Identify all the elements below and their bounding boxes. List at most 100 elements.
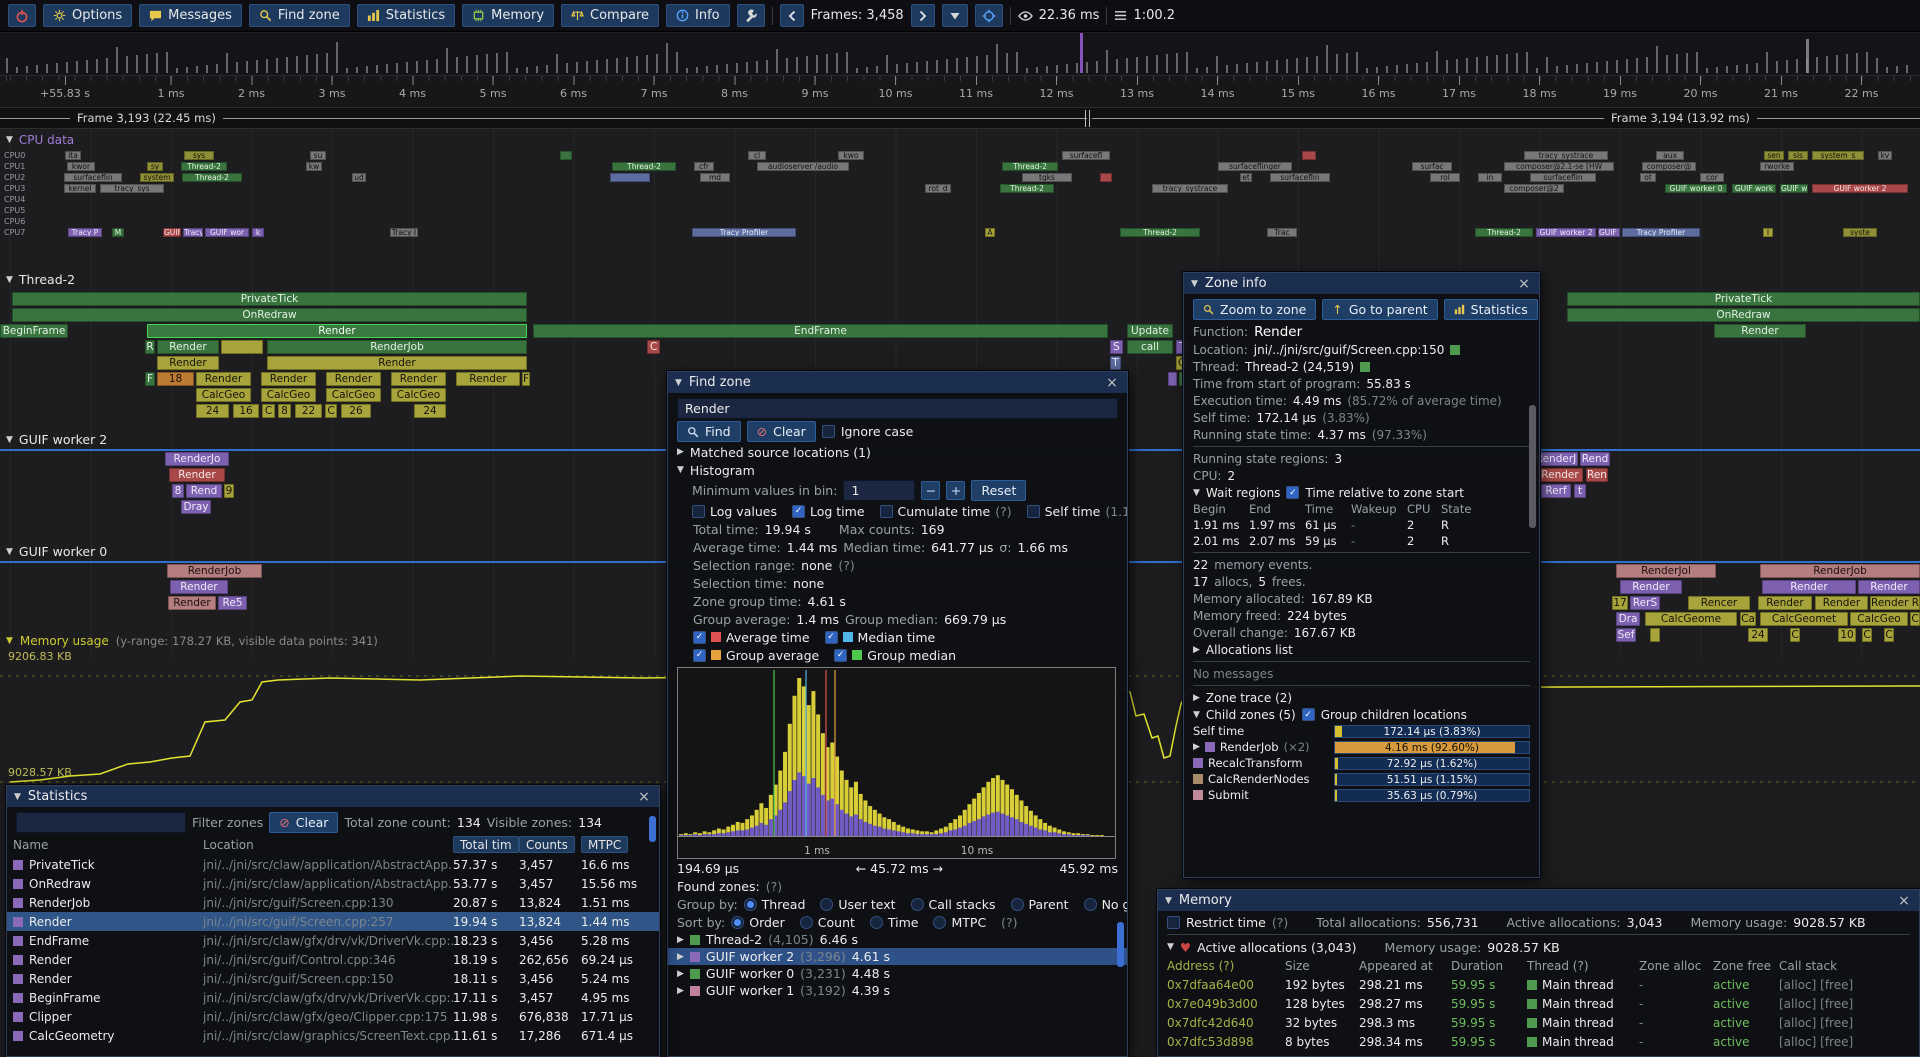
cpu-zone[interactable]: in	[1478, 173, 1502, 182]
collapse-arrow-icon[interactable]: ▼	[1193, 488, 1200, 498]
frame-bar[interactable]	[1006, 53, 1008, 73]
cpu-zone[interactable]: Thread-2	[1002, 162, 1058, 171]
frame-bar[interactable]	[1356, 52, 1358, 73]
frame-bar[interactable]	[956, 58, 958, 73]
frame-bar[interactable]	[16, 67, 18, 73]
cpu-zone[interactable]: kv	[1878, 151, 1892, 160]
frame-bar[interactable]	[1486, 56, 1488, 73]
found-zone-group[interactable]: ▶GUIF worker 0(3,231)4.48 s	[668, 965, 1127, 982]
timeline-zone[interactable]: C	[1884, 628, 1894, 642]
frame-bar[interactable]	[206, 65, 208, 73]
frame-bar[interactable]	[816, 55, 818, 73]
cpu-zone[interactable]: GUIF worker 2	[1812, 184, 1908, 193]
timeline-zone[interactable]: Render	[267, 356, 527, 370]
frame-bar[interactable]	[1176, 53, 1178, 73]
frame-bar[interactable]	[606, 59, 608, 73]
timeline-zone[interactable]: RerS	[1630, 596, 1660, 610]
expand-arrow-icon[interactable]: ▶	[1193, 742, 1200, 752]
frame-bar[interactable]	[1696, 52, 1698, 73]
frame-bar[interactable]	[1246, 63, 1248, 73]
cpu-zone[interactable]: system_s	[1812, 151, 1864, 160]
timeline-zone[interactable]: Render R	[1870, 596, 1920, 610]
collapse-arrow-icon[interactable]: ▼	[6, 547, 13, 557]
frame-bar[interactable]	[1686, 53, 1688, 73]
frame-overview-strip[interactable]	[0, 33, 1920, 76]
frame-bar[interactable]	[1166, 54, 1168, 73]
frame-bar[interactable]	[1236, 64, 1238, 73]
scrollbar-thumb[interactable]	[649, 816, 656, 842]
cpu-zone[interactable]: composer@2.1-se [HW	[1504, 162, 1614, 171]
frames-row[interactable]: Frame 3,193 (22.45 ms) Frame 3,194 (13.9…	[0, 108, 1920, 129]
frame-bar[interactable]	[356, 67, 358, 73]
cpu-zone[interactable]: system	[140, 173, 174, 182]
frame-bar[interactable]	[686, 68, 688, 73]
expand-arrow-icon[interactable]: ▶	[677, 935, 684, 945]
frame-bar[interactable]	[716, 65, 718, 73]
frame-bar[interactable]	[766, 60, 768, 73]
frame-bar[interactable]	[1636, 58, 1638, 73]
close-icon[interactable]: ×	[1896, 893, 1912, 909]
child-zones-header[interactable]: ▼ Child zones (5) ✓ Group children locat…	[1184, 706, 1539, 723]
frame-bar[interactable]	[696, 67, 698, 73]
frame-bar[interactable]	[296, 56, 298, 73]
memory-button[interactable]: Memory	[462, 4, 554, 27]
timeline-zone[interactable]: 8	[278, 404, 291, 418]
timeline-zone[interactable]: Rerf	[1541, 484, 1571, 498]
timeline-zone[interactable]: CalcGeo	[391, 388, 446, 402]
frame-bar[interactable]	[1126, 58, 1128, 73]
cpu-zone[interactable]: surfaceflinger	[1218, 162, 1292, 171]
frame-bar[interactable]	[516, 68, 518, 73]
timeline-zone[interactable]: RenderJo	[165, 452, 229, 466]
statistics-titlebar[interactable]: ▼ Statistics ×	[7, 786, 659, 807]
min-bin-input[interactable]: 1	[843, 480, 915, 501]
collapse-arrow-icon[interactable]: ▼	[1165, 896, 1172, 906]
group-children-checkbox[interactable]: ✓	[1302, 708, 1315, 721]
frame-bar[interactable]	[1326, 45, 1328, 73]
find-zone-histogram[interactable]: 1 ms 10 ms	[677, 667, 1116, 859]
frame-bar[interactable]	[326, 53, 328, 73]
frame-bar[interactable]	[866, 67, 868, 73]
cpu-zone[interactable]	[560, 151, 572, 160]
timeline-zone[interactable]: Render	[170, 580, 228, 594]
frame-bar[interactable]	[786, 58, 788, 73]
timeline-zone[interactable]: Sef	[1616, 628, 1636, 642]
timeline-zone[interactable]: R	[145, 340, 155, 354]
frame-bar[interactable]	[676, 52, 678, 73]
radio[interactable]	[744, 898, 757, 911]
help-marker[interactable]: (?)	[1272, 915, 1288, 930]
timeline-zone[interactable]: Rend	[186, 484, 222, 498]
frame-bar[interactable]	[626, 57, 628, 73]
frame-bar[interactable]	[1086, 62, 1088, 73]
frame-bar[interactable]	[476, 55, 478, 73]
ignore-case-checkbox[interactable]	[822, 425, 835, 438]
frame-bar[interactable]	[466, 56, 468, 73]
child-zone-row[interactable]: CalcRenderNodes51.51 μs (1.15%)	[1184, 771, 1539, 787]
frame-bar[interactable]	[406, 62, 408, 73]
frame-bar[interactable]	[396, 63, 398, 73]
cpu-zone[interactable]: cl	[748, 151, 766, 160]
close-icon[interactable]: ×	[1516, 276, 1532, 292]
cpu-zone[interactable]: composer@	[1642, 162, 1696, 171]
locate-frame-button[interactable]	[975, 4, 1003, 27]
cpu-zone[interactable]: kw	[306, 162, 322, 171]
frame-bar[interactable]	[1216, 56, 1218, 73]
time-ruler[interactable]: +55.83 s1 ms2 ms3 ms4 ms5 ms6 ms7 ms8 ms…	[0, 76, 1920, 108]
cpu-zone[interactable]: Tracy Profiler	[692, 228, 796, 237]
timeline-zone[interactable]: 16	[233, 404, 259, 418]
frame-bar[interactable]	[1586, 63, 1588, 73]
timeline-zone[interactable]: OnRedraw	[12, 308, 527, 322]
frame-bar[interactable]	[1406, 64, 1408, 73]
wait-region-row[interactable]: 1.91 ms1.97 ms61 μs-2R	[1184, 517, 1539, 533]
statistics-button[interactable]: Statistics	[1444, 299, 1538, 320]
found-zone-group[interactable]: ▶GUIF worker 2(3,296)4.61 s	[668, 948, 1127, 965]
cpu-zone[interactable]: cor	[1700, 173, 1724, 182]
timeline-zone[interactable]: PrivateTick	[12, 292, 527, 306]
frame-bar[interactable]	[106, 58, 108, 73]
frame-bar-highlight[interactable]	[1806, 39, 1809, 73]
cpu-zone[interactable]: Tracy I	[390, 228, 418, 237]
frame-bar[interactable]	[1376, 67, 1378, 73]
column-header[interactable]: Zone alloc	[1639, 959, 1713, 973]
legend-checkbox[interactable]: ✓	[825, 631, 838, 644]
timeline-zone[interactable]: 26	[341, 404, 371, 418]
radio[interactable]	[870, 916, 883, 929]
